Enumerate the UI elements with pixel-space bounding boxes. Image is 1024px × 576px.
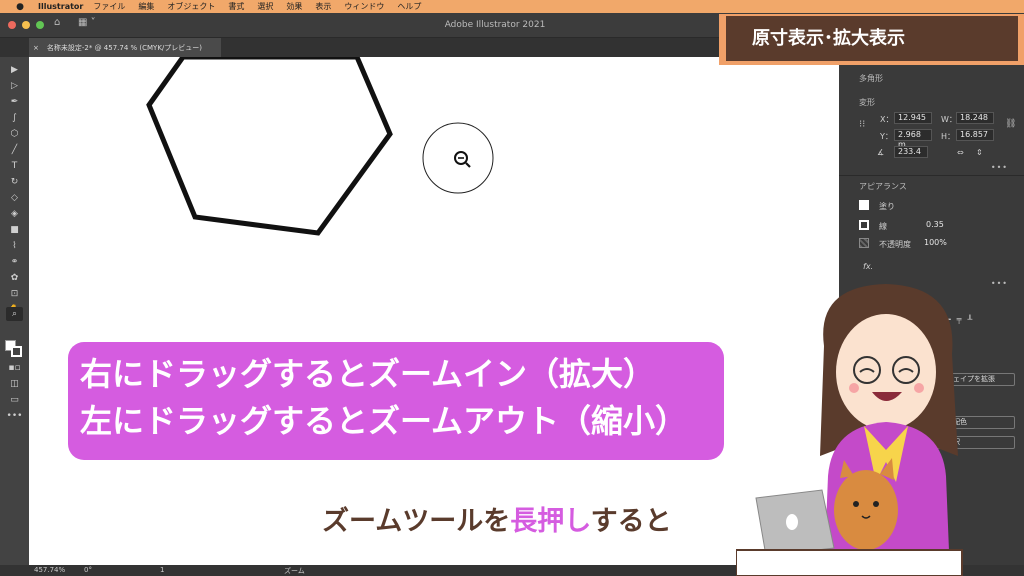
stroke-weight-field[interactable]: 0.35 (922, 219, 966, 231)
caption-line-1: 右にドラッグするとズームイン（拡大） (80, 355, 656, 393)
direct-selection-tool-icon[interactable]: ▷ (6, 79, 23, 93)
minimize-window-button[interactable] (22, 21, 30, 29)
stroke-swatch[interactable] (11, 346, 22, 357)
flip-vertical-icon[interactable]: ⇕ (976, 148, 983, 157)
polygon-tool-icon[interactable]: ⬡ (6, 127, 23, 141)
fill-color-swatch[interactable] (859, 200, 869, 210)
hexagon-shape[interactable] (146, 57, 393, 236)
zoom-out-cursor-icon (422, 122, 494, 194)
menu-effect[interactable]: 効果 (286, 1, 302, 12)
angle-field[interactable]: 233.4 (894, 146, 928, 158)
h-field[interactable]: 16.857 (956, 129, 994, 141)
constrain-link-icon[interactable]: ⛓ (1005, 119, 1016, 129)
close-tab-icon[interactable]: × (33, 44, 39, 52)
color-mode-icon[interactable]: ▪▫ (6, 361, 23, 375)
fill-label: 塗り (879, 202, 895, 211)
symbol-sprayer-tool-icon[interactable]: ✿ (6, 271, 23, 285)
gradient-tool-icon[interactable]: ■ (6, 223, 23, 237)
rotation-value[interactable]: 0° (84, 566, 92, 574)
home-icon[interactable]: ⌂ (54, 17, 60, 28)
type-tool-icon[interactable]: T (6, 159, 23, 173)
menu-select[interactable]: 選択 (257, 1, 273, 12)
menu-file[interactable]: ファイル (93, 1, 125, 12)
document-tab-label: 名称未設定-2* @ 457.74 % (CMYK/プレビュー) (46, 43, 203, 52)
appearance-section-title: アピアランス (859, 182, 907, 191)
screen-mode-icon[interactable]: ▭ (6, 393, 23, 407)
menu-view[interactable]: 表示 (315, 1, 331, 12)
opacity-field[interactable]: 100% (920, 237, 956, 249)
h-label: H： (941, 132, 956, 141)
flip-horizontal-icon[interactable]: ⇔ (957, 148, 964, 157)
y-field[interactable]: 2.968 m (894, 129, 932, 149)
transform-more-options[interactable]: ••• (991, 163, 1008, 172)
workspace-icon[interactable]: ▦ ˅ (78, 17, 96, 28)
y-label: Y： (880, 132, 893, 141)
current-tool-name: ズーム (284, 567, 305, 575)
menu-bar: ● Illustrator ファイル 編集 オブジェクト 書式 選択 効果 表示… (0, 0, 1024, 13)
caption-box: 右にドラッグするとズームイン（拡大） 左にドラッグするとズームアウト（縮小） (68, 342, 724, 460)
menu-help[interactable]: ヘルプ (397, 1, 421, 12)
paintbrush-tool-icon[interactable]: ╱ (6, 143, 23, 157)
window-title: Adobe Illustrator 2021 (444, 20, 546, 30)
w-label: W： (941, 115, 957, 124)
opacity-icon (859, 238, 869, 248)
rotate-tool-icon[interactable]: ↻ (6, 175, 23, 189)
tools-panel: ▶ ▷ ✒ ∫ ⬡ ╱ T ↻ ◇ ◈ ■ ⌇ ⚭ ✿ ⊡ ✋ ⌕ ▪▫ ◫ ▭… (0, 57, 29, 565)
artboard-canvas[interactable] (29, 57, 839, 565)
close-window-button[interactable] (8, 21, 16, 29)
presenter-illustration (736, 284, 963, 576)
opacity-label: 不透明度 (879, 240, 911, 249)
w-field[interactable]: 18.248 (956, 112, 994, 124)
shape-builder-tool-icon[interactable]: ◈ (6, 207, 23, 221)
menu-app-name[interactable]: Illustrator (38, 2, 83, 11)
caption-line-2: 左にドラッグするとズームアウト（縮小） (80, 402, 688, 440)
menu-object[interactable]: オブジェクト (167, 1, 215, 12)
eyedropper-tool-icon[interactable]: ⌇ (6, 239, 23, 253)
artboard-number[interactable]: 1 (160, 566, 164, 574)
subcaption-part-2: すると (590, 506, 672, 537)
curvature-tool-icon[interactable]: ∫ (6, 111, 23, 125)
x-label: X： (880, 115, 894, 124)
stroke-label: 線 (879, 222, 887, 231)
divider (839, 175, 1024, 176)
menu-edit[interactable]: 編集 (138, 1, 154, 12)
subcaption-part-1: ズームツールを (322, 506, 511, 537)
title-badge-text: 原寸表示･拡大表示 (726, 16, 1018, 61)
zoom-tool-icon[interactable]: ⌕ (6, 307, 23, 321)
x-field[interactable]: 12.945 (894, 112, 932, 124)
title-badge: 原寸表示･拡大表示 (719, 14, 1024, 65)
fx-effects-button[interactable]: fx. (863, 262, 873, 271)
angle-icon: ∡ (877, 148, 885, 157)
document-tab[interactable]: × 名称未設定-2* @ 457.74 % (CMYK/プレビュー) (29, 38, 221, 57)
menu-type[interactable]: 書式 (228, 1, 244, 12)
reference-point-icon[interactable]: ⁝⁝ (859, 119, 865, 130)
eraser-tool-icon[interactable]: ◇ (6, 191, 23, 205)
draw-mode-icon[interactable]: ◫ (6, 377, 23, 391)
apple-icon[interactable]: ● (14, 2, 26, 12)
transform-section-title: 変形 (859, 98, 875, 107)
menu-window[interactable]: ウィンドウ (344, 1, 384, 12)
artboard-tool-icon[interactable]: ⊡ (6, 287, 23, 301)
stroke-color-swatch[interactable] (859, 220, 869, 230)
selection-tool-icon[interactable]: ▶ (6, 63, 23, 77)
pen-tool-icon[interactable]: ✒ (6, 95, 23, 109)
blend-tool-icon[interactable]: ⚭ (6, 255, 23, 269)
canvas-artwork (146, 57, 494, 236)
zoom-level[interactable]: 457.74% (34, 566, 65, 574)
maximize-window-button[interactable] (36, 21, 44, 29)
object-type-label: 多角形 (859, 74, 883, 83)
subcaption: ズームツールを長押しすると (322, 499, 672, 538)
subcaption-highlight: 長押し (510, 506, 591, 537)
edit-toolbar-icon[interactable]: ••• (6, 409, 23, 423)
